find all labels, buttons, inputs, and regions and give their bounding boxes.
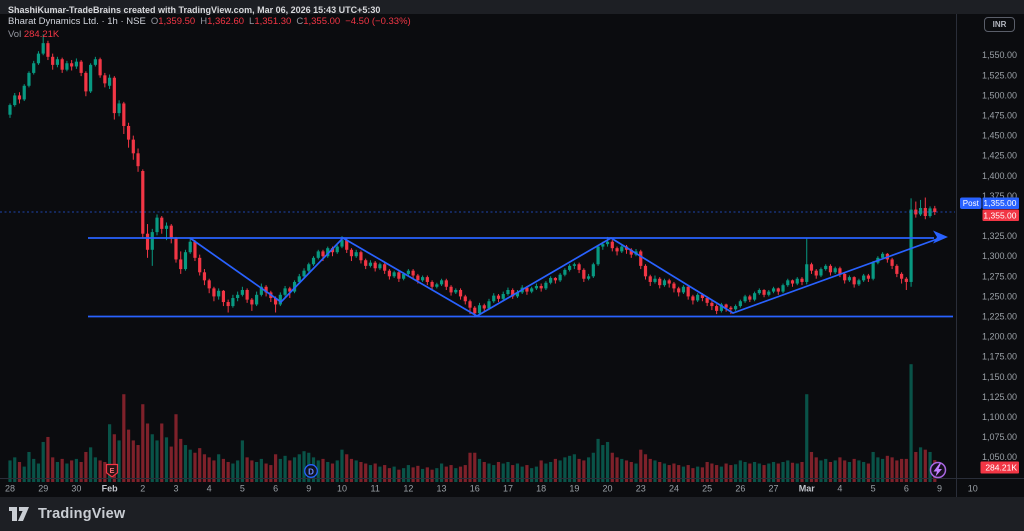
time-tick-label: 30 (71, 484, 81, 494)
legend-row-volume: Vol 284.21K (8, 29, 411, 41)
price-tick-label: 1,250.00 (982, 291, 1017, 301)
candlestick-series (8, 34, 936, 317)
symbol-title: Bharat Dynamics Ltd. · 1h · NSE (8, 16, 146, 27)
price-tick-label: 1,275.00 (982, 271, 1017, 281)
earnings-marker-letter: E (109, 466, 114, 475)
price-tick-label: 1,050.00 (982, 452, 1017, 462)
change-value: −4.50 (−0.33%) (345, 16, 411, 27)
time-tick-label: 18 (536, 484, 546, 494)
volume-value: 284.21K (24, 29, 59, 40)
time-tick-label: 25 (702, 484, 712, 494)
high-value: 1,362.60 (207, 16, 244, 27)
price-tick-label: 1,325.00 (982, 231, 1017, 241)
trendlines[interactable] (88, 231, 953, 317)
legend-row-ohlc: Bharat Dynamics Ltd. · 1h · NSEO1,359.50… (8, 16, 411, 28)
volume-badge-text: 284.21K (985, 463, 1017, 473)
price-tick-label: 1,525.00 (982, 70, 1017, 80)
time-tick-label: 12 (403, 484, 413, 494)
time-tick-label: 3 (173, 484, 178, 494)
time-tick-label: Mar (799, 484, 816, 494)
time-tick-label: 24 (669, 484, 679, 494)
price-tick-label: 1,075.00 (982, 432, 1017, 442)
price-tick-label: 1,550.00 (982, 50, 1017, 60)
time-tick-label: 6 (273, 484, 278, 494)
time-tick-label: 9 (937, 484, 942, 494)
price-tick-label: 1,125.00 (982, 392, 1017, 402)
time-tick-label: 16 (470, 484, 480, 494)
time-tick-label: 27 (769, 484, 779, 494)
tradingview-logo-text[interactable]: TradingView (38, 506, 125, 522)
time-tick-label: 20 (603, 484, 613, 494)
footer-bar: TradingView (0, 497, 1024, 531)
last-price-badge-text: 1,355.00 (983, 210, 1016, 220)
open-value: 1,359.50 (158, 16, 195, 27)
price-tick-label: 1,475.00 (982, 111, 1017, 121)
time-tick-label: 5 (871, 484, 876, 494)
post-session-badge-text: Post (963, 199, 980, 208)
time-tick-label: 28 (5, 484, 15, 494)
zigzag-trendline[interactable] (190, 238, 940, 316)
time-tick-label: 26 (735, 484, 745, 494)
time-tick-label: 19 (569, 484, 579, 494)
volume-series (8, 364, 936, 482)
price-tick-label: 1,300.00 (982, 251, 1017, 261)
close-value: 1,355.00 (303, 16, 340, 27)
low-value: 1,351.30 (254, 16, 291, 27)
time-tick-label: 6 (904, 484, 909, 494)
chart-canvas[interactable]: 1,550.00 1,525.00 1,500.00 1,475.00 1,450.00… (0, 14, 1024, 497)
time-tick-label: 29 (38, 484, 48, 494)
attribution-bar: ShashiKumar-TradeBrains created with Tra… (0, 0, 1024, 14)
trendline-arrowhead (933, 231, 948, 244)
price-tick-label: 1,100.00 (982, 412, 1017, 422)
time-tick-label: 10 (968, 484, 978, 494)
price-tick-label: 1,425.00 (982, 151, 1017, 161)
time-tick-label: 2 (140, 484, 145, 494)
time-tick-label: 4 (837, 484, 842, 494)
symbol-legend[interactable]: Bharat Dynamics Ltd. · 1h · NSEO1,359.50… (8, 16, 411, 41)
price-tick-label: 1,500.00 (982, 90, 1017, 100)
price-tick-label: 1,400.00 (982, 171, 1017, 181)
post-price-badge-text: 1,355.00 (983, 198, 1016, 208)
time-tick-label: 13 (437, 484, 447, 494)
time-axis[interactable]: 282930Feb2345691011121316171819202324252… (5, 484, 978, 494)
time-tick-label: 23 (636, 484, 646, 494)
price-axis[interactable]: 1,550.00 1,525.00 1,500.00 1,475.00 1,450.00… (982, 50, 1017, 462)
price-tick-label: 1,225.00 (982, 312, 1017, 322)
price-tick-label: 1,175.00 (982, 352, 1017, 362)
price-tick-label: 1,200.00 (982, 332, 1017, 342)
time-tick-label: 11 (371, 484, 380, 494)
price-tick-label: 1,450.00 (982, 131, 1017, 141)
dividend-marker-letter: D (308, 467, 314, 476)
time-tick-label: 10 (337, 484, 347, 494)
tradingview-logo-icon[interactable] (8, 506, 30, 522)
tradingview-chart-window: ShashiKumar-TradeBrains created with Tra… (0, 0, 1024, 531)
volume-label: Vol (8, 29, 21, 40)
time-tick-label: 17 (503, 484, 513, 494)
price-tick-label: 1,150.00 (982, 372, 1017, 382)
time-tick-label: 4 (207, 484, 212, 494)
time-tick-label: 9 (306, 484, 311, 494)
time-tick-label: Feb (102, 484, 119, 494)
currency-toggle-button[interactable]: INR (984, 17, 1015, 32)
time-tick-label: 5 (240, 484, 245, 494)
